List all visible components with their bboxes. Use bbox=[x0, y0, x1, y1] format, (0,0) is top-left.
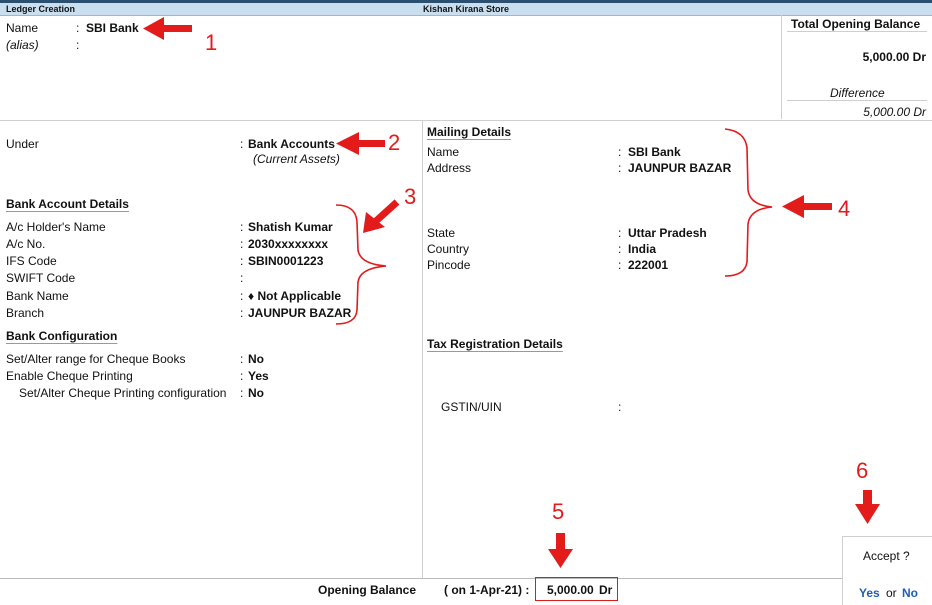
annotation-arrow-4-icon bbox=[782, 195, 832, 218]
annotation-number-2: 2 bbox=[388, 130, 401, 155]
annotation-arrow-6-icon bbox=[855, 490, 880, 524]
annotation-arrow-3-icon bbox=[363, 199, 400, 233]
annotation-number-3: 3 bbox=[404, 184, 417, 209]
annotation-arrow-1-icon bbox=[143, 17, 192, 40]
annotation-arrow-5-icon bbox=[548, 533, 573, 568]
annotation-overlay bbox=[143, 17, 880, 568]
annotation-number-5: 5 bbox=[552, 499, 565, 524]
annotation-arrow-2-icon bbox=[336, 132, 385, 155]
annotation-number-4: 4 bbox=[838, 196, 851, 221]
annotation-brace-4-icon bbox=[724, 128, 773, 277]
annotation-number-1: 1 bbox=[205, 30, 218, 55]
annotation-number-6: 6 bbox=[856, 458, 869, 483]
